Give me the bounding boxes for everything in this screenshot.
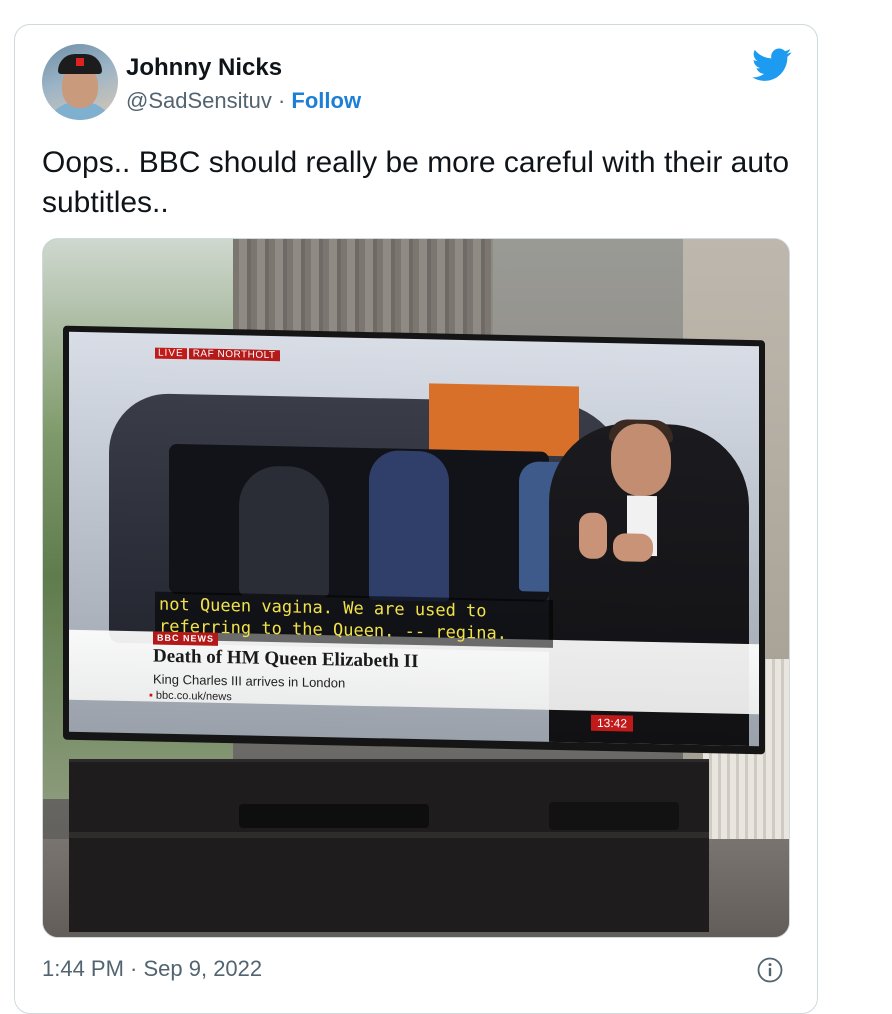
tv-frame: LIVE RAF NORTHOLT not Queen vagina. We ar… [63,325,765,755]
live-location: RAF NORTHOLT [188,348,280,362]
info-icon[interactable] [757,957,783,983]
live-banner: LIVE RAF NORTHOLT [155,347,280,364]
news-clock: 13:42 [591,714,634,732]
author-handle-row: @SadSensituv · Follow [126,88,361,114]
interpreter-head [611,423,671,497]
screen-truck [429,383,579,457]
screen-passenger [239,465,329,598]
live-badge: LIVE [155,347,187,360]
interpreter-hand-right [613,533,653,563]
author-handle[interactable]: @SadSensituv [126,88,272,113]
follow-link[interactable]: Follow [291,88,361,113]
avatar-cap [58,54,102,74]
tv-stand-device [239,804,429,828]
news-badge: BBC NEWS [153,631,218,646]
twitter-bird-icon[interactable] [752,48,792,82]
news-url-text: bbc.co.uk/news [155,689,232,704]
handle-separator: · [271,88,292,113]
url-bullet-icon: ▪ [149,689,153,702]
news-url: ▪ bbc.co.uk/news [149,689,232,703]
screen-officer [369,450,449,602]
avatar[interactable] [42,44,118,120]
tv-stand [69,759,709,932]
tv-stand-shelf [69,832,709,838]
tweet-photo[interactable]: LIVE RAF NORTHOLT not Queen vagina. We ar… [42,238,790,938]
screen-car-window [169,443,549,602]
tweet-text: Oops.. BBC should really be more careful… [42,146,790,219]
tv-screen: LIVE RAF NORTHOLT not Queen vagina. We ar… [69,331,759,747]
tv-stand-device-secondary [549,802,679,830]
interpreter-hand-left [579,512,607,560]
author-name[interactable]: Johnny Nicks [126,54,282,82]
tweet-timestamp[interactable]: 1:44 PM · Sep 9, 2022 [42,956,262,982]
